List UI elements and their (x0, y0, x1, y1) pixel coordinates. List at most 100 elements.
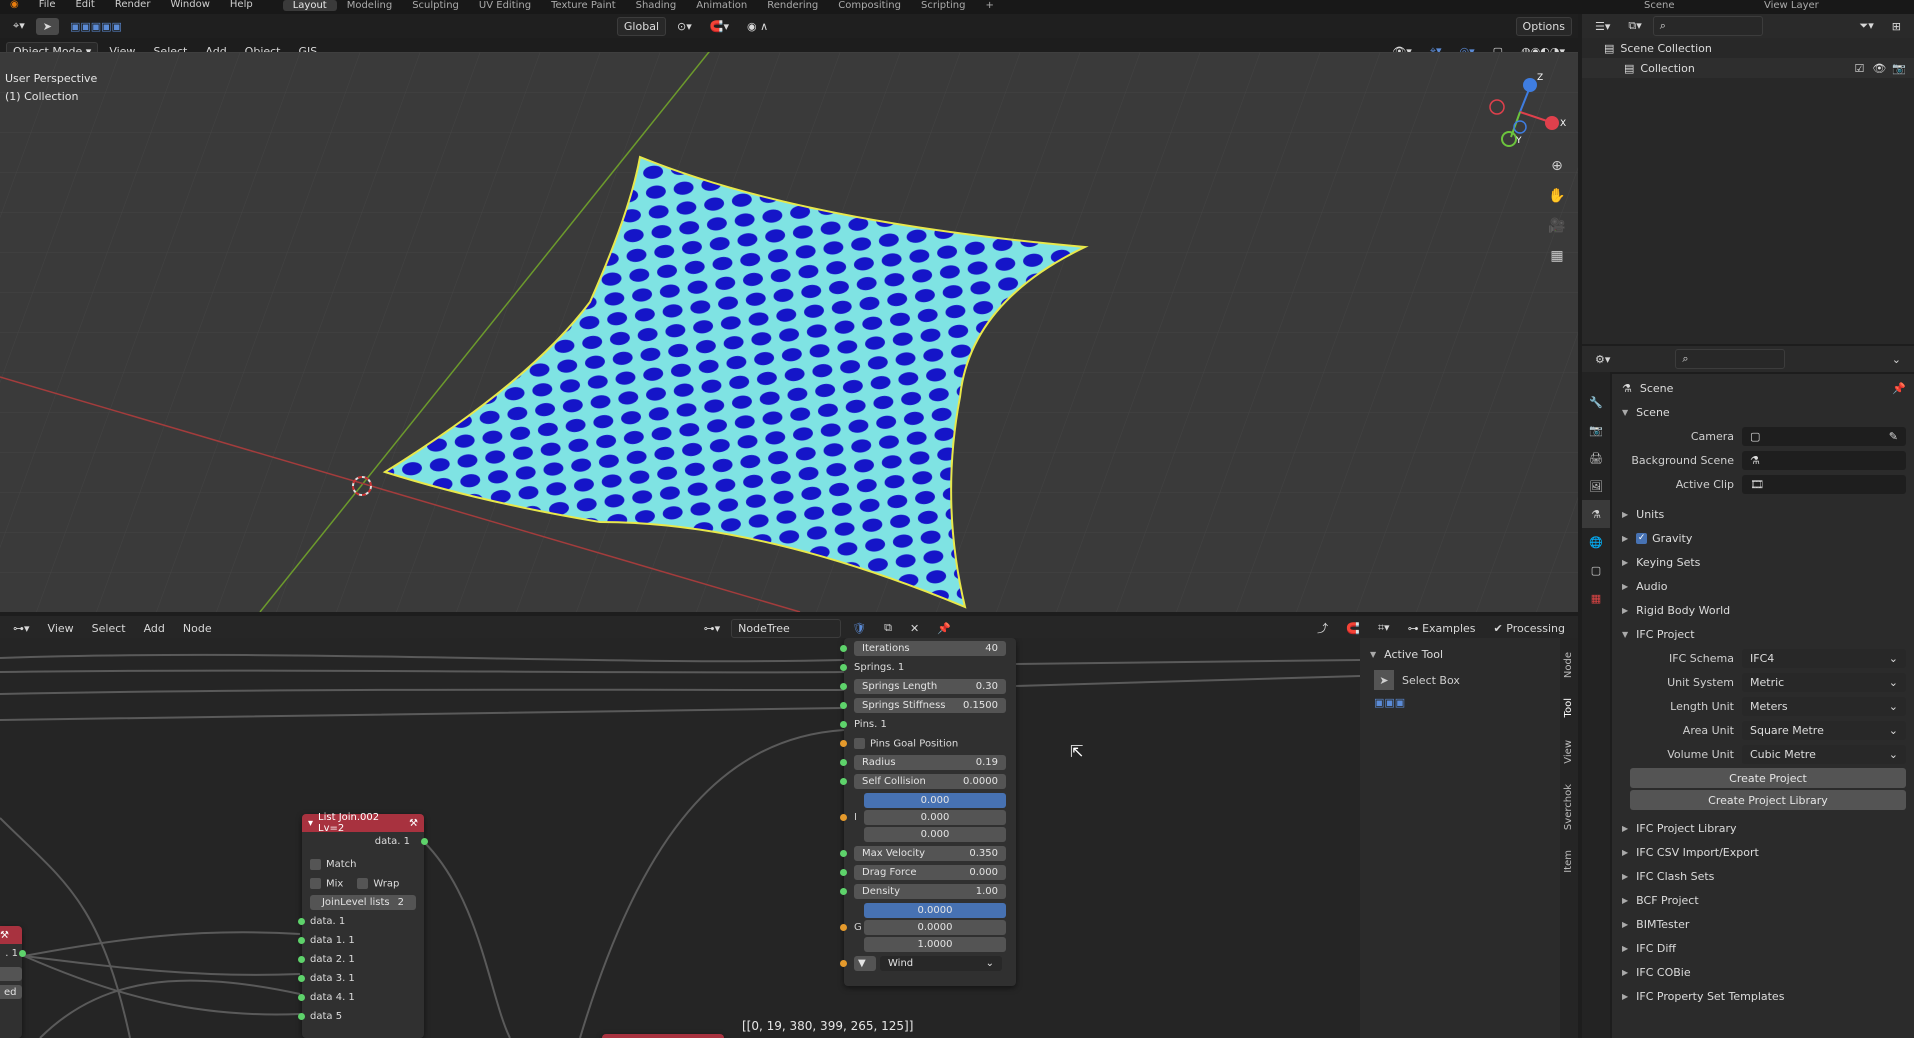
create-project-button[interactable]: Create Project (1630, 768, 1906, 788)
pivot-icon[interactable]: ⊙▾ (670, 18, 699, 35)
self-collision-field[interactable]: Self Collision 0.0000 (854, 774, 1006, 789)
tab-layout[interactable]: Layout (282, 0, 337, 11)
pin-icon[interactable]: 📌 (930, 620, 958, 637)
display-mode-icon[interactable]: ⧉▾ (1621, 17, 1648, 35)
render-tab-icon[interactable]: 📷 (1582, 416, 1610, 444)
springs-stiffness-field[interactable]: Springs Stiffness 0.1500 (854, 698, 1006, 713)
menu-file[interactable]: File (29, 0, 66, 10)
bottom-node-header[interactable] (602, 1034, 724, 1038)
active-clip-row[interactable]: Active Clip 🎞 (1612, 472, 1914, 496)
node-tree-selector[interactable]: NodeTree (731, 618, 842, 638)
tab-sverchok[interactable]: Sverchok (1563, 784, 1574, 830)
wrap-checkbox[interactable]: Wrap (357, 877, 399, 889)
mix-checkbox[interactable]: Mix (310, 877, 343, 889)
menu-edit[interactable]: Edit (65, 0, 104, 10)
tab-item[interactable]: Item (1563, 850, 1574, 873)
cloth-sim-node[interactable]: Iterations 40 Springs. 1 Springs Length 0.… (840, 638, 1016, 986)
scene-selector[interactable]: Scene (1634, 0, 1754, 11)
unit-system-row[interactable]: Unit System Metric ⌄ (1612, 670, 1914, 694)
tab-modeling[interactable]: Modeling (337, 0, 403, 11)
new-tree-icon[interactable]: ⧉ (877, 619, 899, 637)
properties-search-input[interactable]: ⌕ (1675, 349, 1786, 369)
unlink-tree-icon[interactable]: ✕ (903, 620, 926, 637)
ifc-schema-row[interactable]: IFC Schema IFC4 ⌄ (1612, 646, 1914, 670)
tab-uv-editing[interactable]: UV Editing (469, 0, 541, 11)
selection-mode-icons[interactable]: ▣▣▣ (1360, 694, 1560, 711)
parent-node-icon[interactable]: ⤴ (1310, 618, 1335, 638)
scene-section[interactable]: ▼ Scene (1612, 400, 1914, 424)
zoom-icon[interactable]: ⊕ (1544, 153, 1570, 179)
iterations-field[interactable]: Iterations 40 (854, 640, 1006, 656)
options-dropdown[interactable]: Options (1515, 16, 1572, 36)
transform-orientation-dropdown[interactable]: Global (616, 16, 666, 36)
outliner-search-input[interactable]: ⌕ (1652, 16, 1763, 36)
snap-node-icon[interactable]: 🧲 (1339, 620, 1367, 637)
join-level-field[interactable]: JoinLevel lists 2 (310, 895, 416, 910)
select-box-tool[interactable]: ➤ Select Box (1360, 666, 1560, 694)
properties-options-icon[interactable]: ⌄ (1885, 351, 1908, 368)
ifc-pset-templates-section[interactable]: ▶ IFC Property Set Templates (1612, 984, 1914, 1008)
ifc-clash-sets-section[interactable]: ▶ IFC Clash Sets (1612, 864, 1914, 888)
view-layer-selector[interactable]: View Layer (1754, 0, 1914, 11)
node-menu-select[interactable]: Select (85, 620, 133, 637)
tab-rendering[interactable]: Rendering (757, 0, 828, 11)
tab-node[interactable]: Node (1563, 652, 1574, 678)
tab-sculpting[interactable]: Sculpting (402, 0, 469, 11)
select-tool-icon[interactable]: ➤ (35, 17, 59, 35)
tab-scripting[interactable]: Scripting (911, 0, 975, 11)
node-menu-view[interactable]: View (41, 620, 81, 637)
bcf-project-section[interactable]: ▶ BCF Project (1612, 888, 1914, 912)
eye-icon[interactable]: 👁 (1872, 62, 1886, 75)
list-join-node[interactable]: ▾ List Join.002 Lv=2 ⚒ data. 1 Match Mix Wr… (298, 812, 428, 1038)
scene-tab-icon[interactable]: ⚗ (1582, 500, 1610, 528)
output-tab-icon[interactable]: 🖨 (1582, 444, 1610, 472)
match-checkbox[interactable]: Match (302, 855, 424, 874)
tree-type-icon[interactable]: ⊶▾ (697, 620, 728, 637)
tab-compositing[interactable]: Compositing (828, 0, 911, 11)
volume-unit-row[interactable]: Volume Unit Cubic Metre ⌄ (1612, 742, 1914, 766)
gravity-section[interactable]: ▶ ✓ Gravity (1612, 526, 1914, 550)
area-unit-row[interactable]: Area Unit Square Metre ⌄ (1612, 718, 1914, 742)
3d-viewport[interactable]: User Perspective (1) Collection Z X Y ⊕ … (0, 52, 1578, 612)
density-field[interactable]: Density 1.00 (854, 884, 1006, 899)
node-editor-type-icon[interactable]: ⊶▾ (6, 620, 37, 637)
audio-section[interactable]: ▶ Audio (1612, 574, 1914, 598)
node-menu-add[interactable]: Add (137, 620, 172, 637)
tab-shading[interactable]: Shading (626, 0, 687, 11)
collection-tab-icon[interactable]: ▢ (1582, 556, 1610, 584)
length-unit-row[interactable]: Length Unit Meters ⌄ (1612, 694, 1914, 718)
camera-view-icon[interactable]: 🎥 (1544, 213, 1570, 239)
tab-view[interactable]: View (1563, 740, 1574, 764)
snap-mode-icon[interactable]: ⌗▾ (1371, 619, 1397, 637)
pan-hand-icon[interactable]: ✋ (1544, 183, 1570, 209)
ifc-csv-section[interactable]: ▶ IFC CSV Import/Export (1612, 840, 1914, 864)
editor-type-icon[interactable]: ⌖▾ (6, 17, 32, 35)
outliner-collection[interactable]: ▤ Collection ☑ 👁 📷 (1582, 58, 1914, 78)
max-velocity-field[interactable]: Max Velocity 0.350 (854, 846, 1006, 861)
proportional-edit-icon[interactable]: ◉ ∧ (740, 18, 775, 35)
ifc-cobie-section[interactable]: ▶ IFC COBie (1612, 960, 1914, 984)
examples-menu[interactable]: ⊶ Examples (1401, 620, 1483, 637)
new-collection-icon[interactable]: ⊞ (1885, 18, 1908, 35)
vector-input-1[interactable]: I 0.000 0.000 0.000 (840, 793, 1006, 842)
offscreen-node[interactable]: ⚒ . 1 ed (0, 926, 26, 1038)
menu-help[interactable]: Help (220, 0, 263, 10)
select-mode-icons[interactable]: ▣▣▣▣▣ (63, 18, 129, 35)
vector-input-2[interactable]: G 0.0000 0.0000 1.0000 (840, 903, 1006, 952)
filter-icon[interactable]: ⏷▾ (1852, 17, 1880, 35)
drag-force-field[interactable]: Drag Force 0.000 (854, 865, 1006, 880)
tab-tool[interactable]: Tool (1563, 698, 1574, 717)
texture-tab-icon[interactable]: ▦ (1582, 584, 1610, 612)
outliner-type-icon[interactable]: ☰▾ (1588, 18, 1617, 35)
properties-type-icon[interactable]: ⚙▾ (1588, 351, 1617, 368)
outliner-scene-collection[interactable]: ▤ Scene Collection (1582, 38, 1914, 58)
active-tool-section[interactable]: ▼ Active Tool (1360, 642, 1560, 666)
bimtester-section[interactable]: ▶ BIMTester (1612, 912, 1914, 936)
gravity-checkbox[interactable]: ✓ (1636, 532, 1648, 544)
rigid-body-world-section[interactable]: ▶ Rigid Body World (1612, 598, 1914, 622)
radius-field[interactable]: Radius 0.19 (854, 755, 1006, 770)
keying-sets-section[interactable]: ▶ Keying Sets (1612, 550, 1914, 574)
offscreen-node-header[interactable]: ⚒ (0, 926, 22, 944)
world-tab-icon[interactable]: 🌐 (1582, 528, 1610, 556)
units-section[interactable]: ▶ Units (1612, 502, 1914, 526)
